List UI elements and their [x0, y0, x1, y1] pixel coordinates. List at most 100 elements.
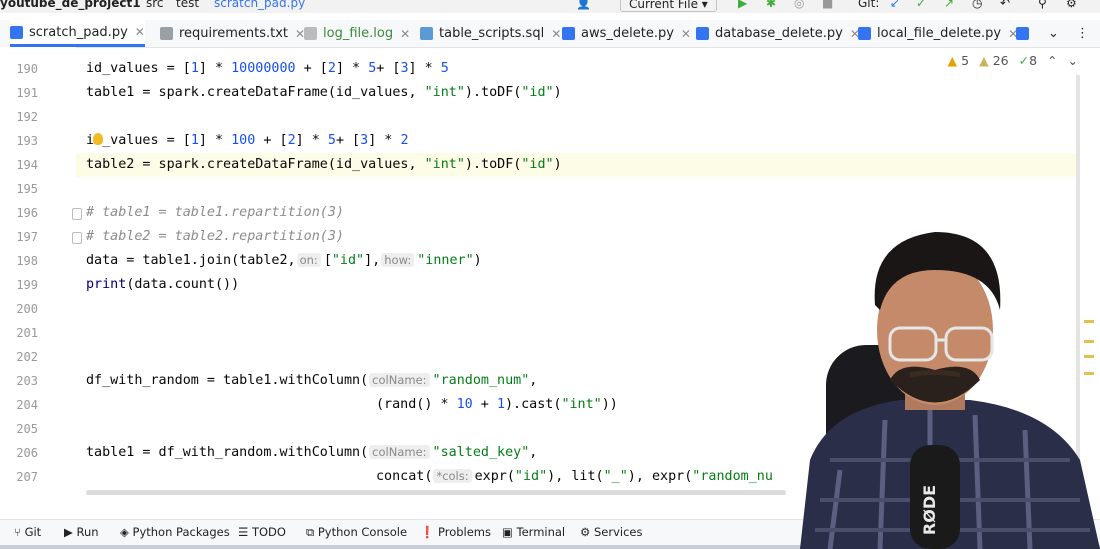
code-line-191[interactable]: table1 = spark.createDataFrame(id_values… — [86, 85, 562, 100]
history-icon[interactable]: ◷ — [972, 0, 982, 10]
breadcrumb-project[interactable]: youtube_de_project1 — [0, 0, 141, 10]
line-number: 196 — [16, 206, 38, 220]
code-line-203[interactable]: df_with_random = table1.withColumn(colNa… — [86, 373, 537, 388]
line-number: 199 — [16, 278, 38, 292]
code-line-204[interactable]: (rand() * 10 + 1).cast("int")) — [376, 397, 618, 412]
breadcrumb-src[interactable]: src — [146, 0, 164, 10]
python-file-icon — [696, 27, 709, 40]
line-number-gutter: 190 191 192 193 194 195 196 197 198 199 … — [0, 47, 82, 495]
code-line-194[interactable]: table2 = spark.createDataFrame(id_values… — [86, 157, 562, 172]
tool-terminal-label: Terminal — [516, 525, 566, 539]
line-number: 204 — [16, 398, 38, 412]
tool-git[interactable]: ⑂ Git — [14, 525, 41, 539]
tool-problems[interactable]: ❗ Problems — [420, 525, 491, 539]
services-icon: ⚙ — [580, 525, 591, 539]
tool-todo-label: TODO — [251, 525, 286, 539]
git-branch-icon: ⑂ — [14, 525, 21, 539]
python-file-icon — [858, 27, 871, 40]
line-number: 193 — [16, 134, 38, 148]
tab-requirements[interactable]: requirements.txt ✕ — [160, 20, 305, 47]
line-number: 201 — [16, 326, 38, 340]
inspection-widget[interactable]: ▲ 5 ▲ 26 ✓8 ⌃ ⌄ — [948, 53, 1078, 68]
tab-log-file[interactable]: log_file.log ✕ — [304, 20, 410, 47]
tab-list-chevron-icon[interactable]: ⌄ — [1048, 20, 1059, 47]
tool-services[interactable]: ⚙ Services — [580, 525, 642, 539]
previous-highlight-icon[interactable]: ⌃ — [1047, 53, 1057, 68]
tab-table-scripts[interactable]: table_scripts.sql ✕ — [420, 20, 561, 47]
code-line-199[interactable]: print(data.count()) — [86, 277, 239, 292]
coverage-icon[interactable]: ◎ — [794, 0, 804, 10]
run-config-label: Current File — [629, 0, 698, 11]
param-hint: on: — [296, 253, 321, 267]
rollback-icon[interactable]: ↶ — [1000, 0, 1010, 10]
run-config-select[interactable]: Current File ▾ — [620, 0, 717, 12]
param-hint: colName: — [369, 445, 430, 459]
line-number: 200 — [16, 302, 38, 316]
code-line-190[interactable]: id_values = [1] * 10000000 + [2] * 5+ [3… — [86, 61, 449, 76]
line-number: 205 — [16, 422, 38, 436]
close-icon[interactable]: ✕ — [135, 25, 145, 39]
commit-icon[interactable]: ✓ — [916, 0, 926, 10]
problems-icon: ❗ — [420, 525, 435, 539]
tool-run[interactable]: ▶ Run — [64, 525, 99, 539]
tab-aws-delete[interactable]: aws_delete.py ✕ — [562, 20, 691, 47]
tool-python-packages[interactable]: ◈ Python Packages — [120, 525, 230, 539]
lightbulb-icon[interactable] — [93, 133, 103, 145]
presenter-webcam-overlay: RØDE — [800, 232, 1100, 549]
run-icon[interactable]: ▶ — [738, 0, 747, 10]
line-number: 195 — [16, 182, 38, 196]
tab-label: local_file_delete.py — [877, 26, 1002, 41]
code-line-197[interactable]: # table2 = table2.repartition(3) — [86, 229, 344, 244]
tab-local-file-delete[interactable]: local_file_delete.py ✕ — [858, 20, 1018, 47]
line-number: 202 — [16, 350, 38, 364]
close-icon[interactable]: ✕ — [551, 27, 561, 41]
more-tabs-icon[interactable] — [1016, 20, 1035, 47]
breadcrumb-test[interactable]: test — [176, 0, 199, 10]
tab-database-delete[interactable]: database_delete.py ✕ — [696, 20, 860, 47]
run-icon: ▶ — [64, 525, 73, 539]
code-line-198[interactable]: data = table1.join(table2, on: ["id"], how:… — [86, 253, 482, 268]
code-line-193[interactable]: id_values = [1] * 100 + [2] * 5+ [3] * 2 — [86, 133, 409, 148]
search-icon[interactable]: ⚲ — [1038, 0, 1047, 10]
stop-icon[interactable]: ■ — [822, 0, 833, 10]
weak-warning-count-value: 26 — [992, 53, 1009, 68]
close-icon[interactable]: ✕ — [681, 27, 691, 41]
tab-scratch-pad[interactable]: scratch_pad.py ✕ — [10, 20, 145, 47]
tool-todo[interactable]: ☰ TODO — [238, 525, 286, 539]
param-hint: colName: — [369, 373, 430, 387]
update-icon[interactable]: ↙ — [890, 0, 900, 10]
code-line-196[interactable]: # table1 = table1.repartition(3) — [86, 205, 344, 220]
code-line-206[interactable]: table1 = df_with_random.withColumn(colNa… — [86, 445, 537, 460]
tool-python-console[interactable]: ⧉ Python Console — [306, 525, 407, 540]
warning-icon: ▲ — [947, 53, 958, 68]
fold-icon[interactable] — [72, 208, 82, 220]
next-highlight-icon[interactable]: ⌄ — [1068, 53, 1078, 68]
horizontal-scrollbar[interactable] — [86, 490, 786, 495]
line-number: 206 — [16, 446, 38, 460]
line-number: 198 — [16, 254, 38, 268]
tool-terminal[interactable]: ▣ Terminal — [502, 525, 565, 539]
tab-label: log_file.log — [323, 26, 394, 41]
close-icon[interactable]: ✕ — [400, 27, 410, 41]
debug-icon[interactable]: ✱ — [766, 0, 776, 10]
todo-icon: ☰ — [238, 525, 249, 539]
tool-run-label: Run — [76, 525, 99, 539]
code-line-207[interactable]: concat(*cols: expr("id"), lit("_"), expr(… — [376, 469, 773, 484]
fold-icon[interactable] — [72, 232, 82, 244]
line-number: 194 — [16, 158, 38, 172]
line-number: 190 — [16, 62, 38, 76]
line-number: 203 — [16, 374, 38, 388]
push-icon[interactable]: ↗ — [944, 0, 954, 10]
tool-services-label: Services — [593, 525, 643, 539]
typo-count-value: 8 — [1029, 53, 1038, 68]
python-file-icon — [562, 27, 575, 40]
tab-options-icon[interactable]: ⋮ — [1076, 20, 1089, 47]
line-number: 192 — [16, 110, 38, 124]
tool-console-label: Python Console — [317, 525, 408, 539]
settings-icon[interactable]: ⚙ — [1066, 0, 1077, 10]
user-icon[interactable]: 👤 — [576, 0, 591, 10]
tab-label: table_scripts.sql — [439, 26, 545, 41]
tab-label: scratch_pad.py — [29, 24, 128, 40]
text-file-icon — [160, 27, 173, 40]
breadcrumb-file[interactable]: scratch_pad.py — [214, 0, 305, 10]
